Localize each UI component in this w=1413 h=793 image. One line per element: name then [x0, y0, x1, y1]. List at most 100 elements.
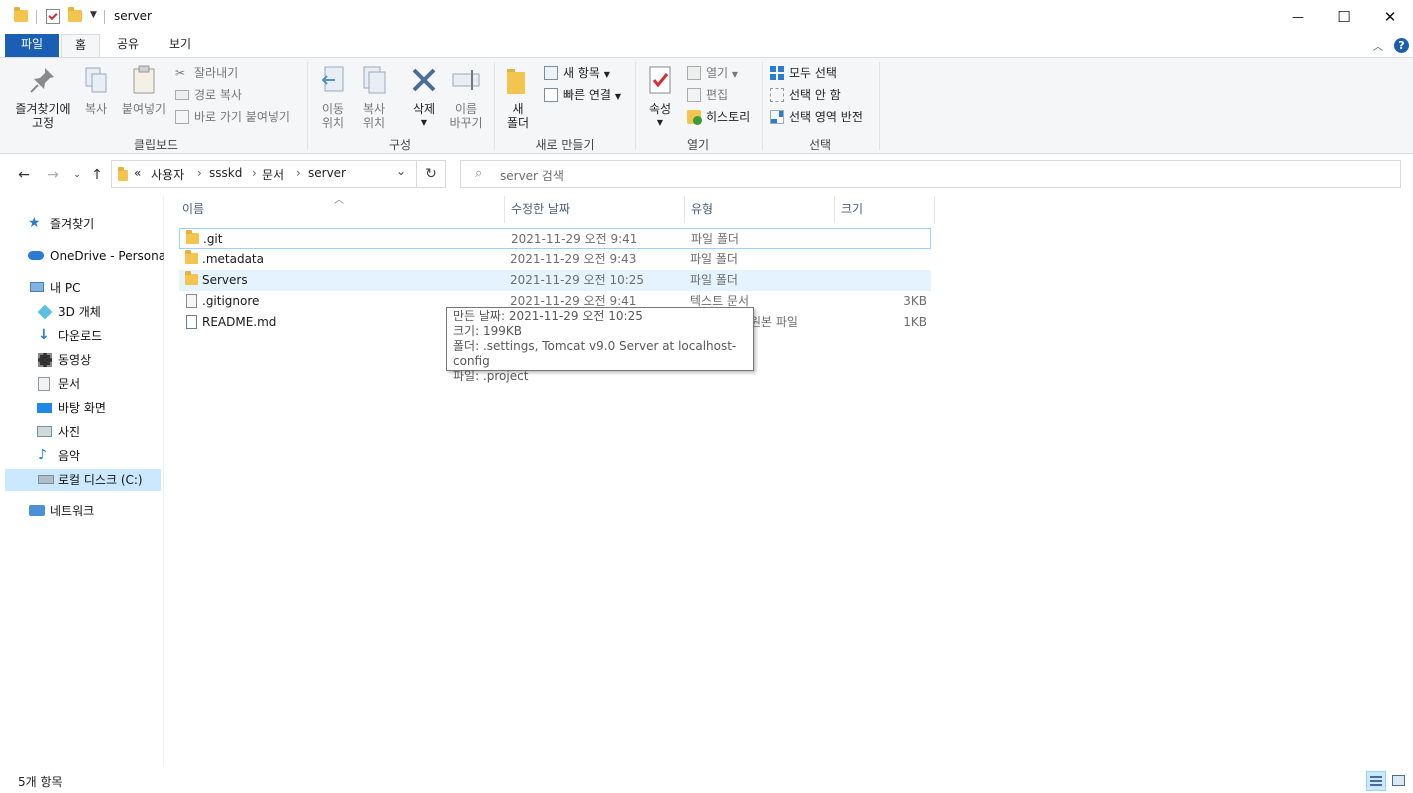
forward-arrow-icon[interactable]: →	[44, 166, 62, 184]
nav-item-documents[interactable]: 문서	[36, 373, 162, 395]
select-all-button[interactable]: 모두 선택	[769, 63, 837, 83]
properties-button[interactable]: 속성 ▼	[642, 64, 678, 130]
picture-icon	[37, 426, 52, 437]
folder-icon	[118, 167, 128, 181]
pc-icon	[30, 282, 44, 292]
nav-item-onedrive[interactable]: OneDrive - Personal	[28, 245, 169, 267]
pin-to-quick-access-button[interactable]: 즐겨찾기에 고정	[8, 64, 78, 130]
folder-info-tooltip: 만든 날짜: 2021-11-29 오전 10:25 크기: 199KB 폴더:…	[446, 307, 754, 383]
nav-item-network[interactable]: 네트워크	[28, 500, 162, 522]
chevron-down-icon: ▼	[420, 118, 428, 127]
cut-label: 잘라내기	[194, 66, 239, 80]
select-all-label: 모두 선택	[789, 66, 837, 80]
nav-item-label: 로컬 디스크 (C:)	[58, 473, 143, 487]
column-header-type[interactable]: 유형	[685, 196, 835, 223]
paste-icon	[128, 64, 160, 96]
chevron-down-icon: ▼	[656, 118, 664, 127]
file-type: 파일 폴더	[690, 273, 738, 287]
invert-selection-button[interactable]: 선택 영역 반전	[769, 107, 863, 127]
organize-group-label: 구성	[388, 138, 412, 152]
nav-item-label: 내 PC	[50, 281, 81, 295]
tab-view[interactable]: 보기	[160, 34, 200, 57]
cut-button[interactable]: ✂ 잘라내기	[174, 63, 238, 83]
quick-access-dropdown-icon[interactable]: ▼	[90, 10, 97, 20]
tab-home[interactable]: 홈	[61, 34, 100, 57]
details-view-button[interactable]	[1366, 771, 1386, 791]
nav-item-pictures[interactable]: 사진	[36, 421, 162, 443]
open-button[interactable]: 열기 ▼	[686, 63, 738, 83]
breadcrumb-documents[interactable]: 문서	[262, 166, 284, 183]
history-button[interactable]: 히스토리	[686, 107, 750, 127]
chevron-up-icon[interactable]: ︿	[1373, 38, 1383, 53]
column-header-size[interactable]: 크기	[835, 196, 935, 223]
delete-button[interactable]: 삭제 ▼	[406, 64, 442, 130]
column-header-date[interactable]: 수정한 날짜	[505, 196, 685, 223]
nav-item-videos[interactable]: 동영상	[36, 349, 162, 371]
new-item-button[interactable]: 새 항목 ▼	[543, 63, 610, 83]
close-button[interactable]: ✕	[1367, 0, 1413, 34]
edit-button[interactable]: 편집	[686, 85, 728, 105]
tab-share[interactable]: 공유	[108, 34, 148, 57]
select-none-button[interactable]: 선택 안 함	[769, 85, 841, 105]
properties-check-icon[interactable]	[46, 9, 60, 24]
paste-button[interactable]: 붙여넣기	[118, 64, 170, 116]
nav-item-downloads[interactable]: ↓ 다운로드	[36, 325, 162, 347]
refresh-button[interactable]: ↻	[417, 160, 446, 188]
easy-access-button[interactable]: 빠른 연결 ▼	[543, 85, 621, 105]
nav-item-quick-access[interactable]: ★ 즐겨찾기	[28, 213, 162, 235]
up-arrow-icon[interactable]: ↑	[88, 166, 106, 184]
new-folder-button[interactable]: 새 폴더	[500, 64, 536, 130]
status-bar: 5개 항목	[0, 766, 1413, 793]
tab-file[interactable]: 파일	[5, 34, 59, 57]
help-icon[interactable]: ?	[1394, 38, 1409, 53]
file-name: Servers	[202, 273, 248, 287]
nav-item-3d-objects[interactable]: 3D 개체	[36, 301, 162, 323]
address-dropdown-chevron-icon[interactable]: ⌄	[396, 164, 406, 178]
nav-item-this-pc[interactable]: 내 PC	[28, 277, 162, 299]
ribbon: 즐겨찾기에 고정 복사 붙여넣기 ✂ 잘라내기 경로 복사 바로 가기 붙여넣기…	[0, 57, 1413, 154]
copy-button[interactable]: 복사	[78, 64, 114, 116]
file-date: 2021-11-29 오전 10:25	[510, 273, 645, 287]
refresh-icon: ↻	[425, 166, 437, 182]
large-icons-view-button[interactable]	[1389, 771, 1409, 791]
file-type: 파일 폴더	[691, 232, 739, 246]
breadcrumb-ssskd[interactable]: ssskd	[209, 166, 242, 180]
file-type: 원본 파일	[750, 315, 798, 329]
move-to-button[interactable]: 이동 위치	[314, 64, 352, 130]
back-arrow-icon[interactable]: ←	[15, 166, 33, 184]
new-item-label: 새 항목	[563, 66, 600, 80]
breadcrumb-server[interactable]: server	[308, 166, 346, 180]
breadcrumb-users[interactable]: 사용자	[151, 166, 184, 183]
table-row[interactable]: .git 2021-11-29 오전 9:41 파일 폴더	[179, 228, 931, 249]
video-icon	[38, 353, 52, 367]
nav-item-desktop[interactable]: 바탕 화면	[36, 397, 162, 419]
ribbon-tabs: 파일 홈 공유 보기 ︿ ?	[0, 34, 1413, 57]
address-bar[interactable]: « 사용자 › ssskd › 문서 › server ⌄	[111, 160, 417, 188]
breadcrumb-overflow[interactable]: «	[134, 166, 141, 180]
table-row[interactable]: .metadata 2021-11-29 오전 9:43 파일 폴더	[179, 249, 931, 270]
rename-button[interactable]: 이름 바꾸기	[446, 64, 486, 130]
md-file-icon	[186, 315, 197, 329]
copy-path-button[interactable]: 경로 복사	[174, 85, 242, 105]
paste-shortcut-button[interactable]: 바로 가기 붙여넣기	[174, 107, 290, 127]
file-type: 파일 폴더	[690, 252, 738, 266]
minimize-button[interactable]: —	[1275, 0, 1321, 34]
move-to-label: 이동 위치	[321, 102, 345, 130]
copy-to-button[interactable]: 복사 위치	[355, 64, 393, 130]
column-header-name[interactable]: 이름	[176, 196, 505, 223]
item-count: 5개 항목	[18, 775, 63, 789]
file-size: 3KB	[903, 294, 927, 308]
nav-item-local-disk[interactable]: 로컬 디스크 (C:)	[5, 469, 161, 491]
new-folder-icon[interactable]	[68, 7, 82, 22]
separator	[494, 62, 495, 150]
nav-item-music[interactable]: ♪ 음악	[36, 445, 162, 467]
maximize-button[interactable]: ☐	[1321, 0, 1367, 34]
invert-selection-icon	[770, 110, 784, 124]
large-icons-view-icon	[1392, 775, 1405, 786]
recent-locations-chevron-icon[interactable]: ⌄	[68, 166, 86, 184]
breadcrumb-separator-icon: ›	[296, 166, 301, 180]
select-all-icon	[770, 66, 784, 80]
music-icon: ♪	[38, 447, 47, 463]
search-box[interactable]: ⌕ server 검색	[460, 160, 1401, 188]
table-row[interactable]: Servers 2021-11-29 오전 10:25 파일 폴더	[179, 270, 931, 291]
